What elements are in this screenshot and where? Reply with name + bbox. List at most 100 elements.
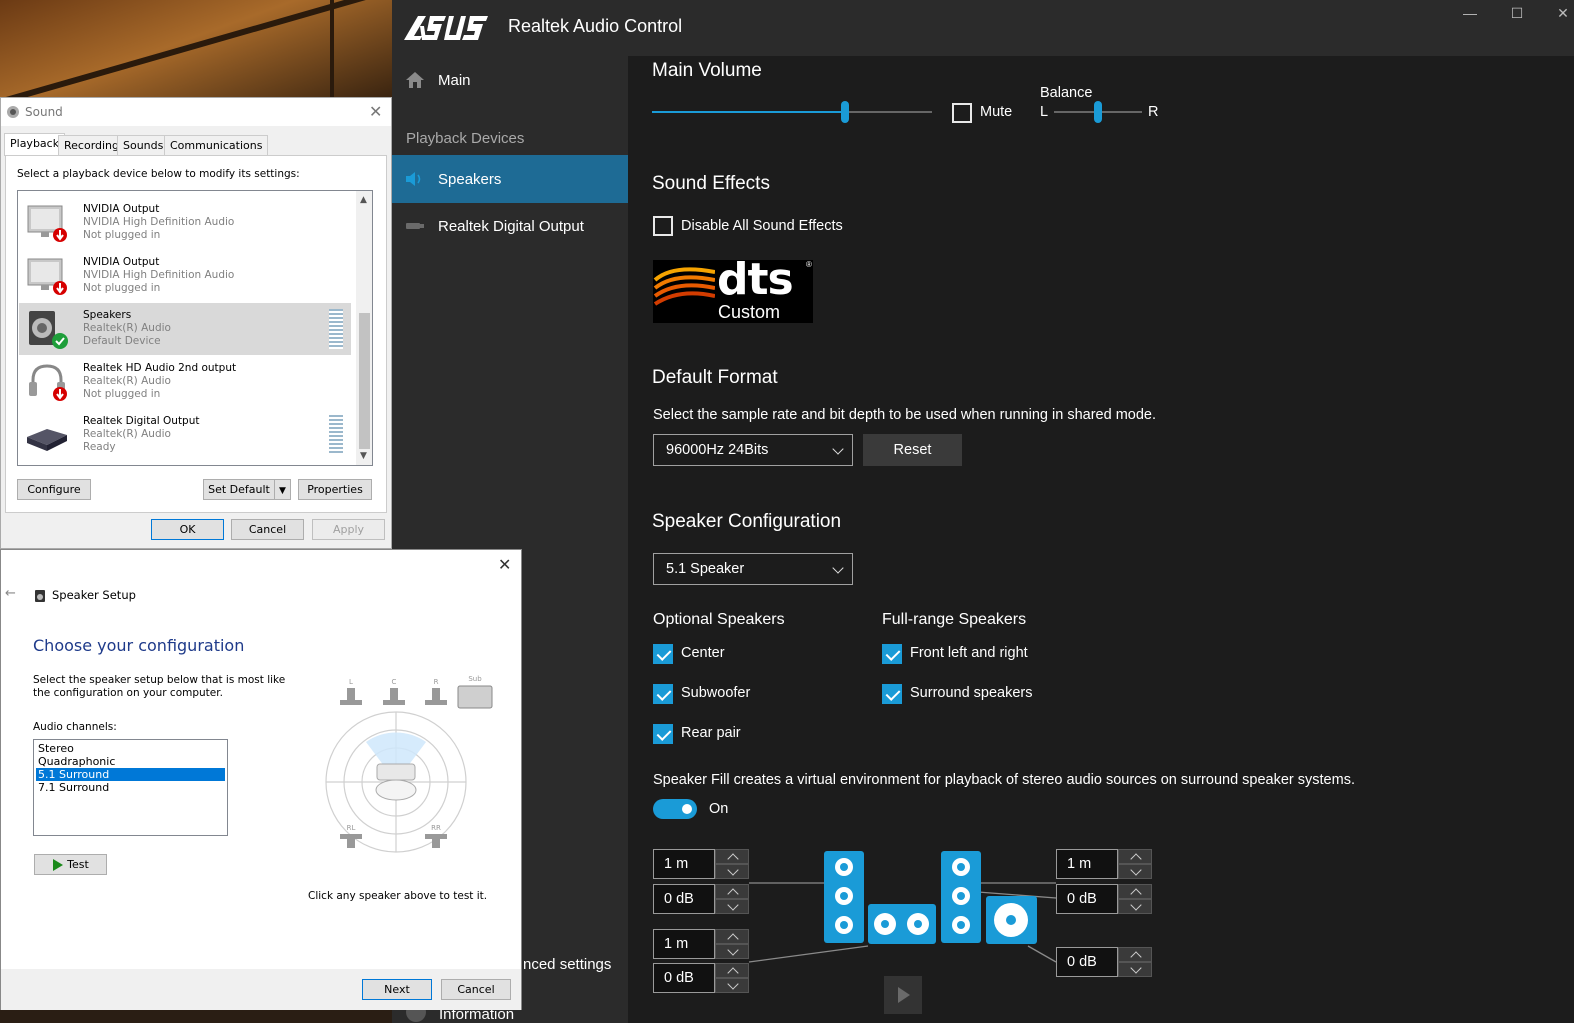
close-button[interactable]: ✕ — [1540, 2, 1574, 24]
decrement-button[interactable] — [715, 864, 749, 879]
decrement-button[interactable] — [1118, 899, 1152, 914]
left-rear-gain-stepper[interactable]: 0 dB — [653, 963, 749, 993]
speaker-fill-toggle[interactable] — [653, 799, 697, 819]
configure-button[interactable]: Configure — [17, 479, 91, 500]
audio-channels-list[interactable]: Stereo Quadraphonic 5.1 Surround 7.1 Sur… — [33, 739, 228, 836]
mute-checkbox[interactable] — [952, 103, 972, 123]
subwoofer-checkbox[interactable] — [653, 684, 673, 704]
close-button[interactable]: ✕ — [369, 102, 382, 121]
speaker-label-l: L — [349, 678, 353, 686]
cancel-button[interactable]: Cancel — [231, 519, 304, 540]
optional-speakers-title: Optional Speakers — [653, 611, 785, 628]
list-item[interactable]: NVIDIA Output NVIDIA High Definition Aud… — [19, 250, 351, 302]
decrement-button[interactable] — [715, 978, 749, 993]
ok-button[interactable]: OK — [151, 519, 224, 540]
speaker-layout-graphic[interactable] — [823, 850, 1043, 950]
test-button[interactable]: Test — [34, 854, 107, 875]
speaker-fill-description: Speaker Fill creates a virtual environme… — [653, 772, 1355, 788]
left-front-gain-stepper[interactable]: 0 dB — [653, 884, 749, 914]
scrollbar[interactable]: ▲ ▼ — [356, 191, 372, 465]
speaker-setup-wizard: ✕ ← Speaker Setup Choose your configurat… — [0, 549, 522, 1010]
device-status: Not plugged in — [83, 282, 161, 294]
tab-playback[interactable]: Playback — [4, 133, 66, 156]
front-left-right-checkbox[interactable] — [882, 644, 902, 664]
increment-button[interactable] — [715, 884, 749, 899]
decrement-button[interactable] — [1118, 962, 1152, 977]
increment-button[interactable] — [715, 963, 749, 978]
left-front-distance-stepper[interactable]: 1 m — [653, 849, 749, 879]
main-content: Main Volume Mute Balance L R Sound Effec… — [628, 56, 1574, 1023]
tab-sounds[interactable]: Sounds — [117, 135, 170, 155]
increment-button[interactable] — [715, 929, 749, 944]
level-meter — [329, 415, 343, 455]
device-status: Not plugged in — [83, 388, 161, 400]
scroll-down-icon[interactable]: ▼ — [360, 451, 367, 461]
increment-button[interactable] — [715, 849, 749, 864]
surround-speakers-checkbox[interactable] — [882, 684, 902, 704]
slider-thumb[interactable] — [1094, 101, 1102, 123]
list-item[interactable]: 7.1 Surround — [36, 781, 225, 794]
cancel-button[interactable]: Cancel — [441, 979, 511, 1000]
decrement-button[interactable] — [715, 944, 749, 959]
scroll-up-icon[interactable]: ▲ — [360, 195, 367, 205]
balance-slider[interactable] — [1054, 100, 1142, 124]
fullrange-speakers-title: Full-range Speakers — [882, 611, 1027, 628]
main-volume-slider[interactable] — [652, 100, 932, 124]
registered-mark: ® — [806, 260, 812, 269]
device-driver: Realtek(R) Audio — [83, 322, 171, 334]
play-test-button[interactable] — [884, 976, 922, 1014]
apply-button[interactable]: Apply — [312, 519, 385, 540]
front-right-speaker-icon — [941, 851, 981, 943]
sidebar-item-main[interactable]: Main — [392, 56, 628, 104]
list-item-selected[interactable]: 5.1 Surround — [36, 768, 225, 781]
increment-button[interactable] — [1118, 947, 1152, 962]
set-default-dropdown[interactable]: ▼ — [274, 479, 291, 500]
decrement-button[interactable] — [715, 899, 749, 914]
speaker-icon — [392, 170, 438, 188]
slider-thumb[interactable] — [841, 101, 849, 123]
set-default-button[interactable]: Set Default — [203, 479, 275, 500]
list-item[interactable]: Realtek HD Audio 2nd output Realtek(R) A… — [19, 356, 351, 408]
right-front-distance-stepper[interactable]: 1 m — [1056, 849, 1152, 879]
sidebar-item-digital-output[interactable]: Realtek Digital Output — [392, 202, 628, 250]
disable-sound-effects-checkbox[interactable] — [653, 216, 673, 236]
subwoofer-gain-stepper[interactable]: 0 dB — [1056, 947, 1152, 977]
rear-pair-checkbox[interactable] — [653, 724, 673, 744]
scroll-thumb[interactable] — [359, 313, 370, 449]
realtek-audio-control-window: Realtek Audio Control — ☐ ✕ Main Playbac… — [392, 0, 1574, 1023]
increment-button[interactable] — [1118, 884, 1152, 899]
format-dropdown-value: 96000Hz 24Bits — [666, 442, 769, 458]
right-front-gain-stepper[interactable]: 0 dB — [1056, 884, 1152, 914]
left-rear-distance-stepper[interactable]: 1 m — [653, 929, 749, 959]
sidebar-item-advanced-settings[interactable]: nced settings — [523, 956, 611, 973]
list-item-selected[interactable]: Speakers Realtek(R) Audio Default Device — [19, 303, 351, 355]
speaker-diagram[interactable]: L C R Sub RL RR — [311, 670, 501, 870]
close-button[interactable]: ✕ — [498, 555, 511, 574]
list-item[interactable]: Quadraphonic — [36, 755, 225, 768]
device-driver: Realtek(R) Audio — [83, 375, 171, 387]
list-item[interactable]: NVIDIA Output NVIDIA High Definition Aud… — [19, 197, 351, 249]
sidebar-item-speakers[interactable]: Speakers — [392, 155, 628, 203]
maximize-button[interactable]: ☐ — [1494, 2, 1540, 24]
format-dropdown[interactable]: 96000Hz 24Bits — [653, 434, 853, 466]
sidebar-section-label: Playback Devices — [406, 130, 525, 147]
reset-button[interactable]: Reset — [863, 434, 962, 466]
device-status: Not plugged in — [83, 229, 161, 241]
monitor-icon — [27, 205, 67, 242]
minimize-button[interactable]: — — [1447, 2, 1493, 24]
next-button[interactable]: Next — [362, 979, 432, 1000]
list-item[interactable]: Realtek Digital Output Realtek(R) Audio … — [19, 409, 351, 461]
list-item[interactable]: Stereo — [36, 742, 225, 755]
playback-device-list[interactable]: NVIDIA Output NVIDIA High Definition Aud… — [17, 190, 373, 466]
decrement-button[interactable] — [1118, 864, 1152, 879]
increment-button[interactable] — [1118, 849, 1152, 864]
properties-button[interactable]: Properties — [298, 479, 372, 500]
subwoofer-label: Subwoofer — [681, 685, 751, 701]
tab-recording[interactable]: Recording — [58, 135, 126, 155]
center-checkbox[interactable] — [653, 644, 673, 664]
speaker-config-dropdown[interactable]: 5.1 Speaker — [653, 553, 853, 585]
back-arrow-icon[interactable]: ← — [5, 586, 16, 601]
tab-communications[interactable]: Communications — [164, 135, 269, 155]
slider-track-empty — [845, 111, 932, 113]
device-driver: NVIDIA High Definition Audio — [83, 269, 235, 281]
